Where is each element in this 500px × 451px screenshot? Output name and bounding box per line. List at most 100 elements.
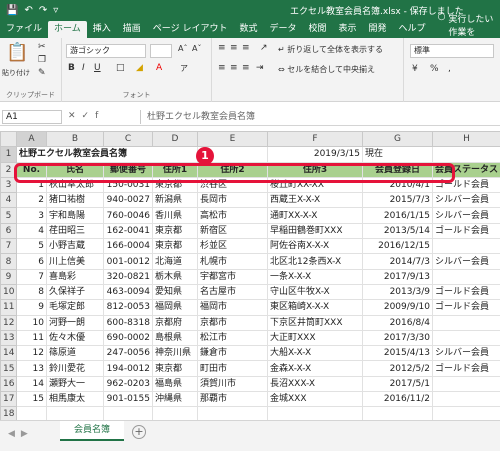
cell[interactable]: 15 <box>16 391 47 408</box>
cell[interactable]: 那覇市 <box>197 391 268 408</box>
paste-icon[interactable]: 📋 <box>6 42 28 63</box>
currency-icon[interactable]: ¥ <box>412 64 418 74</box>
cell[interactable]: 2017/3/30 <box>362 329 433 347</box>
cell[interactable]: 962-0203 <box>103 375 153 393</box>
cell[interactable]: 2015/7/3 <box>362 192 433 209</box>
row-header[interactable]: 13 <box>0 329 17 347</box>
cell[interactable]: 札幌市 <box>197 253 268 270</box>
font-name-combo[interactable]: 游ゴシック <box>66 44 146 58</box>
tab-insert[interactable]: 挿入 <box>87 21 117 38</box>
cell[interactable]: 760-0046 <box>103 207 153 224</box>
indent-icon[interactable]: ⇥ <box>256 63 264 73</box>
cell[interactable]: 940-0027 <box>103 192 153 209</box>
cell[interactable] <box>432 238 500 255</box>
phonetic-icon[interactable]: ア <box>180 63 188 74</box>
cell[interactable]: ゴールド会員 <box>432 222 500 240</box>
row-header[interactable]: 8 <box>0 253 17 270</box>
cell[interactable]: 神奈川県 <box>152 345 198 362</box>
cell[interactable]: 新潟県 <box>152 192 198 209</box>
cell[interactable]: 320-0821 <box>103 268 153 285</box>
cell[interactable]: 2015/4/13 <box>362 345 433 362</box>
cell[interactable]: 金城XXX <box>267 391 363 408</box>
title-cell[interactable]: 杜野エクセル教室会員名簿 <box>16 146 198 163</box>
format-painter-icon[interactable]: ✎ <box>38 68 46 78</box>
column-header-g[interactable]: G <box>362 130 433 148</box>
font-size-combo[interactable] <box>150 44 172 58</box>
cell[interactable]: 新宿区 <box>197 222 268 240</box>
cell[interactable]: 一条X-X-X <box>267 268 363 285</box>
font-grow-icon[interactable]: Aˆ <box>178 44 187 53</box>
font-color-icon[interactable]: A <box>156 63 162 73</box>
cell[interactable]: 901-0155 <box>103 391 153 408</box>
cell[interactable]: シルバー会員 <box>432 207 500 224</box>
paste-button-label[interactable]: 貼り付け <box>2 68 30 78</box>
cell[interactable]: ゴールド会員 <box>432 299 500 316</box>
cell[interactable]: 高松市 <box>197 207 268 224</box>
cell[interactable]: 2012/5/2 <box>362 360 433 377</box>
cell[interactable]: 愛知県 <box>152 283 198 301</box>
cell[interactable] <box>432 146 500 163</box>
add-sheet-icon[interactable]: + <box>132 425 146 439</box>
cell[interactable]: 2017/9/13 <box>362 268 433 285</box>
tell-me-box[interactable]: ○ 実行したい作業を <box>438 12 500 38</box>
cell[interactable]: 西蔵王X-X-X <box>267 192 363 209</box>
cell[interactable]: 鈴川愛花 <box>46 360 104 377</box>
cell[interactable]: 247-0056 <box>103 345 153 362</box>
tab-review[interactable]: 校閲 <box>303 21 333 38</box>
cell[interactable]: 東京都 <box>152 360 198 377</box>
cell[interactable]: 久保祥子 <box>46 283 104 301</box>
row-header[interactable]: 5 <box>0 207 17 224</box>
cell[interactable]: シルバー会員 <box>432 345 500 362</box>
tab-page-layout[interactable]: ページ レイアウト <box>147 21 234 38</box>
cell[interactable] <box>432 268 500 285</box>
column-header-e[interactable]: E <box>197 130 268 148</box>
italic-icon[interactable]: I <box>82 63 85 73</box>
prev-sheet-icon[interactable]: ◀ <box>8 429 21 439</box>
column-header-b[interactable]: B <box>46 130 104 148</box>
select-all-corner[interactable] <box>0 130 17 148</box>
column-header-a[interactable]: A <box>16 130 47 148</box>
row-header[interactable]: 12 <box>0 314 17 331</box>
cell[interactable]: 佐々木優 <box>46 329 104 347</box>
tab-view[interactable]: 表示 <box>333 21 363 38</box>
cell[interactable]: 5 <box>16 238 47 255</box>
cell[interactable]: 北海道 <box>152 253 198 270</box>
cell[interactable]: 463-0094 <box>103 283 153 301</box>
column-header-f[interactable]: F <box>267 130 363 148</box>
cell[interactable]: 13 <box>16 360 47 377</box>
cell[interactable]: 001-0012 <box>103 253 153 270</box>
copy-icon[interactable]: ❐ <box>38 55 46 65</box>
cell[interactable]: 2016/11/2 <box>362 391 433 408</box>
cell[interactable]: 下京区井筒町XXX <box>267 314 363 331</box>
cell[interactable] <box>432 391 500 408</box>
row-header[interactable]: 16 <box>0 375 17 393</box>
cell[interactable]: 荏田昭三 <box>46 222 104 240</box>
cell[interactable]: 宇都宮市 <box>197 268 268 285</box>
redo-icon[interactable]: ↷ <box>39 5 47 16</box>
row-header[interactable]: 7 <box>0 238 17 255</box>
save-icon[interactable]: 💾 <box>6 5 18 16</box>
cell[interactable]: 2016/12/15 <box>362 238 433 255</box>
column-header-h[interactable]: H <box>432 130 500 148</box>
row-header[interactable]: 4 <box>0 192 17 209</box>
cell[interactable] <box>432 375 500 393</box>
orientation-icon[interactable]: ↗ <box>260 43 268 53</box>
customize-icon[interactable]: ▿ <box>53 5 58 16</box>
cell[interactable]: 2014/7/3 <box>362 253 433 270</box>
cell[interactable]: 2013/5/14 <box>362 222 433 240</box>
row-header[interactable]: 10 <box>0 283 17 301</box>
cell[interactable]: 瀬野大一 <box>46 375 104 393</box>
cell[interactable]: 松江市 <box>197 329 268 347</box>
enter-icon[interactable]: ✓ <box>82 111 96 121</box>
cell[interactable]: 福岡市 <box>197 299 268 316</box>
row-header[interactable]: 6 <box>0 222 17 240</box>
cell[interactable]: 河野一朗 <box>46 314 104 331</box>
cell[interactable]: シルバー会員 <box>432 192 500 209</box>
undo-icon[interactable]: ↶ <box>24 5 32 16</box>
cell[interactable]: 4 <box>16 222 47 240</box>
cancel-icon[interactable]: ✕ <box>68 111 82 121</box>
cell[interactable]: 京都市 <box>197 314 268 331</box>
comma-icon[interactable]: , <box>448 64 451 74</box>
cell[interactable]: 2013/3/9 <box>362 283 433 301</box>
column-header-d[interactable]: D <box>152 130 198 148</box>
